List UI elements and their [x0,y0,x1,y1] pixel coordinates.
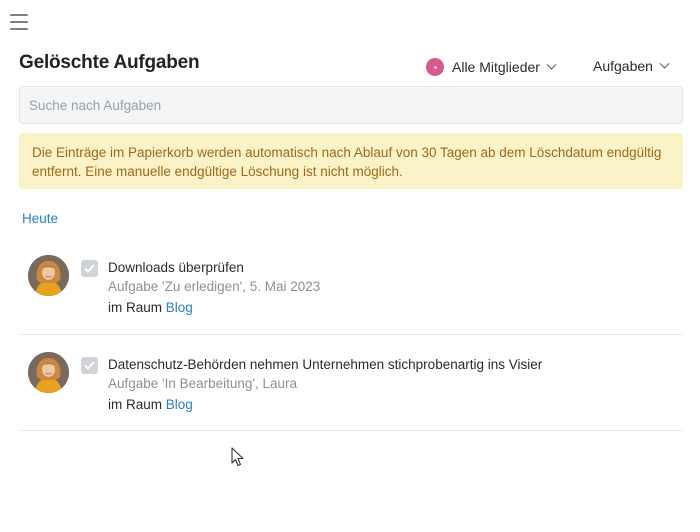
chevron-down-icon [659,58,670,69]
members-filter-label: Alle Mitglieder [452,59,540,75]
chevron-down-icon [546,59,557,70]
completed-checkbox[interactable] [81,357,98,374]
member-avatar-icon [426,58,444,76]
type-filter-label: Aufgaben [593,58,653,74]
search-input[interactable] [19,86,683,124]
completed-checkbox[interactable] [81,260,98,277]
user-avatar [28,352,69,393]
task-room: im Raum Blog [108,397,193,412]
task-title[interactable]: Downloads überprüfen [108,260,244,275]
task-title[interactable]: Datenschutz-Behörden nehmen Unternehmen … [108,357,542,372]
mouse-cursor-icon [231,447,244,467]
task-meta: Aufgabe 'Zu erledigen', 5. Mai 2023 [108,279,321,294]
section-label-today[interactable]: Heute [22,211,58,226]
checkmark-icon [84,361,95,370]
task-room: im Raum Blog [108,300,193,315]
task-item[interactable]: Datenschutz-Behörden nehmen Unternehmen … [19,341,683,431]
members-filter-dropdown[interactable]: Alle Mitglieder [426,58,557,76]
room-prefix: im Raum [108,300,163,315]
room-link[interactable]: Blog [166,300,193,315]
room-link[interactable]: Blog [166,397,193,412]
page-header: Gelöschte Aufgaben Alle Mitglieder Aufga… [19,52,683,80]
trash-notice: Die Einträge im Papierkorb werden automa… [19,133,683,189]
user-avatar [28,255,69,296]
task-item[interactable]: Downloads überprüfen Aufgabe 'Zu erledig… [19,244,683,335]
hamburger-menu-icon[interactable] [10,14,28,30]
page-title: Gelöschte Aufgaben [19,52,200,73]
type-filter-dropdown[interactable]: Aufgaben [593,58,670,74]
task-meta: Aufgabe 'In Bearbeitung', Laura [108,376,298,391]
room-prefix: im Raum [108,397,163,412]
checkmark-icon [84,264,95,273]
